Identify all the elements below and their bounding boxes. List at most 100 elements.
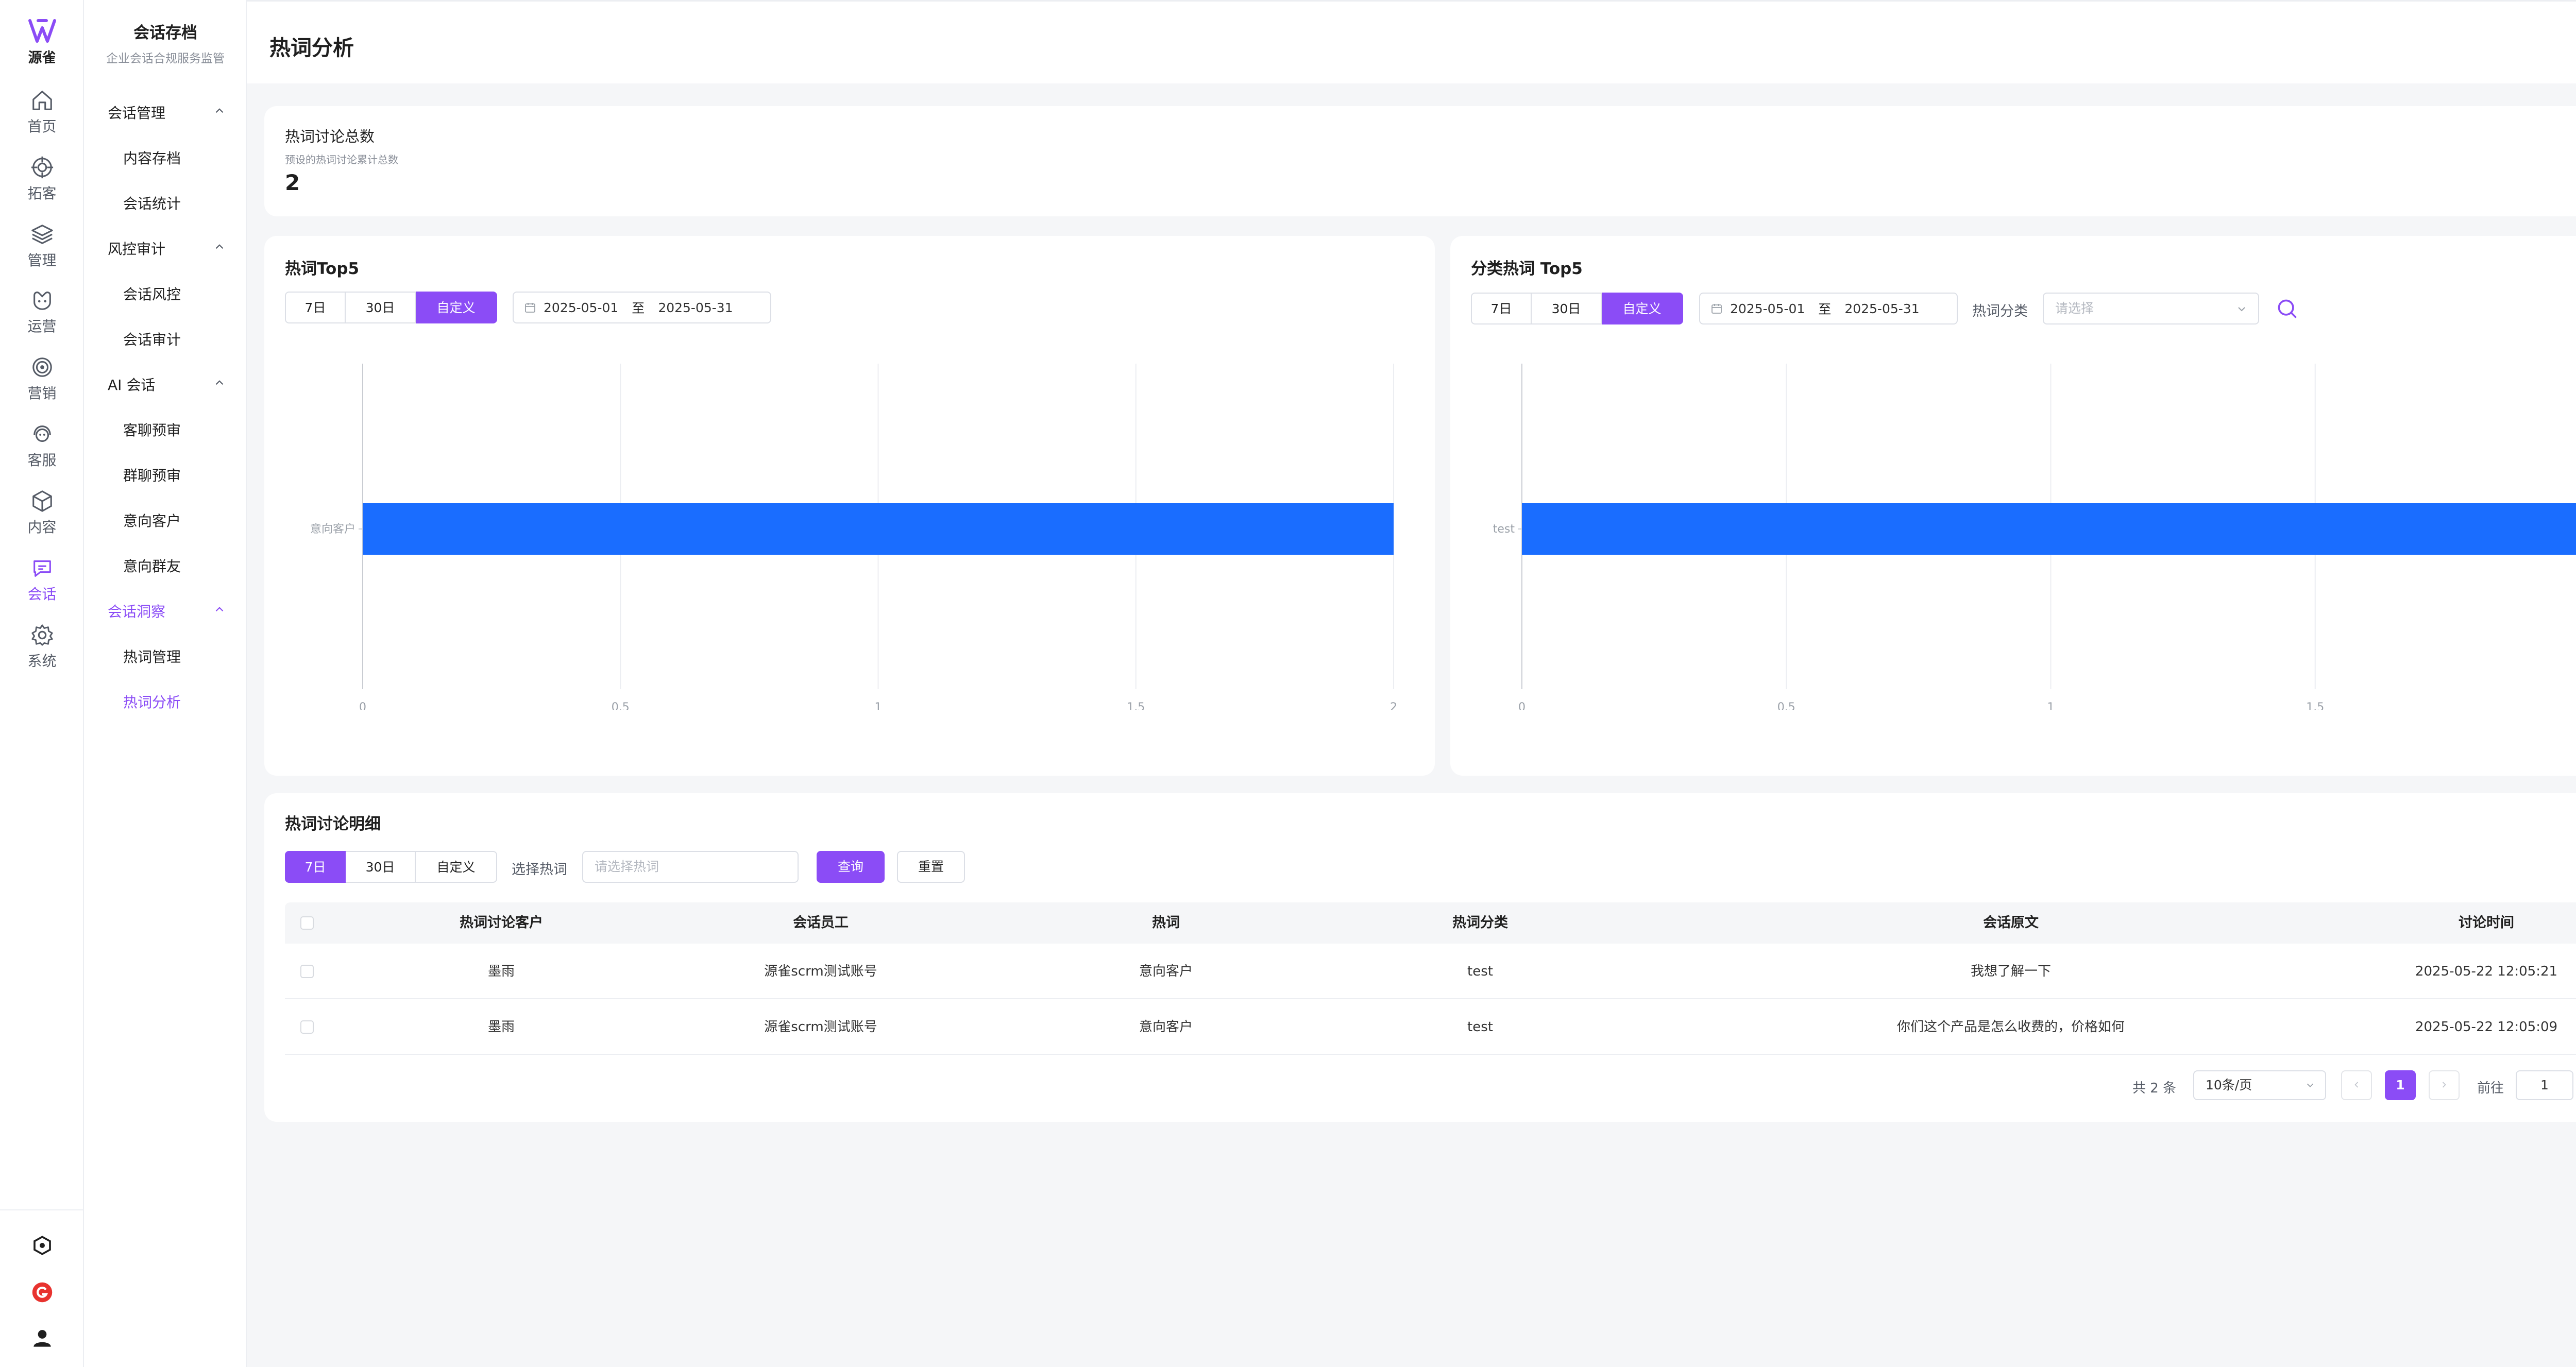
rail-label: 营销 [27, 385, 57, 402]
cell-employee: 源雀scrm测试账号 [764, 1019, 877, 1035]
prev-page-button[interactable] [2341, 1070, 2372, 1100]
menu-item-session-risk[interactable]: 会话风控 [123, 283, 181, 304]
bar [1522, 503, 2576, 555]
menu-item-content-archive[interactable]: 内容存档 [123, 147, 181, 168]
date-end: 2025-05-31 [1844, 301, 1920, 316]
range-custom-button[interactable]: 自定义 [416, 292, 497, 323]
select-all-checkbox[interactable] [300, 916, 314, 930]
menu-item-hotword-manage[interactable]: 热词管理 [123, 646, 181, 667]
table-row[interactable]: 墨雨 源雀scrm测试账号 意向客户 test 我想了解一下 2025-05-2… [285, 944, 2576, 999]
goto-label: 前往 [2477, 1081, 2504, 1096]
calendar-icon [1711, 304, 1722, 314]
menu-group-session-manage[interactable]: 会话管理 [108, 102, 226, 133]
goto-page-input[interactable]: 1 [2516, 1070, 2573, 1100]
row-checkbox[interactable] [300, 965, 314, 978]
rail-item-operation[interactable]: 运营 [0, 288, 84, 345]
col-original-text: 会话原文 [1983, 915, 2039, 931]
date-range-picker[interactable]: 2025-05-01 至 2025-05-31 [513, 292, 771, 323]
date-separator: 至 [1818, 302, 1832, 317]
cell-time: 2025-05-22 12:05:09 [2415, 1019, 2558, 1035]
rail-item-chat[interactable]: 会话 [0, 556, 84, 613]
range-30d-button[interactable]: 30日 [1532, 293, 1602, 324]
range-toggle: 7日 30日 自定义 [285, 851, 497, 883]
range-7d-button[interactable]: 7日 [285, 851, 346, 883]
range-custom-button[interactable]: 自定义 [416, 851, 497, 883]
menu-group-session-insight[interactable]: 会话洞察 [108, 601, 226, 631]
rail-app-button[interactable] [0, 1281, 84, 1305]
category-select[interactable]: 请选择 [2043, 293, 2259, 324]
cell-customer: 墨雨 [487, 964, 515, 979]
rail-user-button[interactable] [0, 1328, 84, 1351]
menu-item-group-prereview[interactable]: 群聊预审 [123, 465, 181, 485]
date-range-picker[interactable]: 2025-05-01 至 2025-05-31 [1699, 293, 1958, 324]
rail-item-system[interactable]: 系统 [0, 623, 84, 680]
menu-item-session-stats[interactable]: 会话统计 [123, 193, 181, 213]
range-7d-button[interactable]: 7日 [1471, 293, 1532, 324]
menu-item-intent-group[interactable]: 意向群友 [123, 555, 181, 576]
reset-button[interactable]: 重置 [897, 851, 965, 883]
chevron-up-icon [215, 380, 224, 385]
plugin-icon [33, 1236, 51, 1255]
hotword-bar-chart: 0 0.5 1 1.5 2 意向客户 [310, 364, 1397, 710]
y-tick-label: 意向客户 [310, 523, 355, 536]
range-toggle: 7日 30日 自定义 [1471, 293, 1683, 324]
chart-title: 热词Top5 [285, 260, 360, 278]
x-tick-label: 2 [1390, 701, 1397, 710]
range-30d-button[interactable]: 30日 [346, 292, 416, 323]
rail-item-marketing[interactable]: 营销 [0, 355, 84, 412]
search-icon[interactable] [2276, 297, 2298, 320]
cell-category: test [1467, 964, 1493, 979]
menu-item-private-prereview[interactable]: 客聊预审 [123, 419, 181, 440]
brand-logo[interactable]: 源雀 [0, 19, 84, 66]
rail-item-prospect[interactable]: 拓客 [0, 156, 84, 212]
cell-original-text: 你们这个产品是怎么收费的，价格如何 [1896, 1019, 2125, 1035]
chevron-down-icon [2307, 1083, 2314, 1088]
rail-plugin-button[interactable] [0, 1235, 84, 1258]
rail-label: 系统 [27, 653, 57, 670]
menu-group-risk-audit[interactable]: 风控审计 [108, 238, 226, 269]
keyword-input[interactable]: 请选择热词 [582, 851, 799, 883]
col-employee: 会话员工 [793, 915, 849, 931]
rail-item-manage[interactable]: 管理 [0, 223, 84, 279]
range-custom-button[interactable]: 自定义 [1602, 293, 1683, 324]
page-number-current[interactable]: 1 [2385, 1070, 2416, 1100]
rail-item-content[interactable]: 内容 [0, 489, 84, 546]
rail-item-service[interactable]: 客服 [0, 422, 84, 479]
next-page-button[interactable] [2429, 1070, 2460, 1100]
page-size-select[interactable]: 10条/页 [2193, 1070, 2326, 1100]
date-start: 2025-05-01 [544, 300, 619, 315]
rail-label: 拓客 [27, 185, 57, 202]
menu-item-hotword-analysis[interactable]: 热词分析 [123, 691, 181, 712]
menu-group-ai-session[interactable]: AI 会话 [108, 374, 226, 405]
menu-group-label: 风控审计 [108, 241, 166, 258]
brand-logo-icon [28, 19, 56, 43]
range-7d-button[interactable]: 7日 [285, 292, 346, 323]
icon-rail: 源雀 首页 拓客 管理 运营 营销 客服 内容 会话 系统 [0, 0, 84, 1367]
home-icon [32, 91, 52, 110]
menu-item-intent-customer[interactable]: 意向客户 [123, 510, 181, 531]
menu-item-session-audit[interactable]: 会话审计 [123, 329, 181, 349]
rail-label: 会话 [27, 586, 57, 603]
x-tick-label: 0 [359, 701, 366, 710]
stat-card: 热词讨论总数 预设的热词讨论累计总数 2 [264, 106, 2576, 216]
gear-icon [31, 624, 53, 646]
query-button[interactable]: 查询 [817, 851, 885, 883]
category-placeholder: 请选择 [2055, 301, 2094, 316]
range-toggle: 7日 30日 自定义 [285, 292, 497, 323]
cell-hotword: 意向客户 [1139, 964, 1193, 979]
sub-menu-title: 会话存档 [133, 24, 197, 42]
rail-item-home[interactable]: 首页 [0, 89, 84, 145]
hotword-top5-card: 热词Top5 7日 30日 自定义 2025-05-01 至 2025-05-3… [264, 236, 1435, 776]
cell-time: 2025-05-22 12:05:21 [2415, 964, 2558, 979]
x-tick-label: 1.5 [2306, 701, 2324, 710]
category-label: 热词分类 [1972, 303, 2028, 319]
stat-value: 2 [285, 170, 300, 195]
range-30d-button[interactable]: 30日 [346, 851, 416, 883]
row-checkbox[interactable] [300, 1020, 314, 1034]
table-header: 热词讨论客户 会话员工 热词 热词分类 会话原文 讨论时间 [285, 902, 2576, 944]
detail-card: 热词讨论明细 7日 30日 自定义 选择热词 请选择热词 查询 重置 热词讨论客… [264, 793, 2576, 1122]
date-start: 2025-05-01 [1730, 301, 1805, 316]
marketing-icon [32, 357, 52, 377]
col-category: 热词分类 [1452, 915, 1508, 931]
table-row[interactable]: 墨雨 源雀scrm测试账号 意向客户 test 你们这个产品是怎么收费的，价格如… [285, 999, 2576, 1055]
